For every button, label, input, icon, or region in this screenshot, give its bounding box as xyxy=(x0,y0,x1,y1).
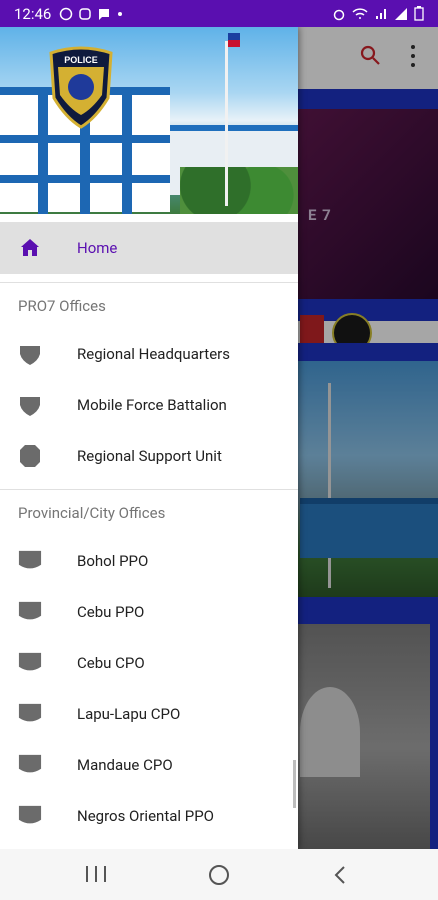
shield-flat-icon xyxy=(18,702,42,726)
home-icon xyxy=(18,236,42,260)
back-button[interactable] xyxy=(334,865,346,885)
menu-item-lapu-lapu-cpo[interactable]: Lapu-Lapu CPO xyxy=(0,688,298,739)
alarm-icon xyxy=(333,9,345,20)
menu-item-label: Negros Oriental PPO xyxy=(77,806,214,825)
menu-item-bohol-ppo[interactable]: Bohol PPO xyxy=(0,535,298,586)
section-header-provincial-city-offices: Provincial/City Offices xyxy=(18,503,166,522)
drawer-menu: Home PRO7 Offices Regional Headquarters … xyxy=(0,222,298,841)
menu-item-mobile-force-battalion[interactable]: Mobile Force Battalion xyxy=(0,379,298,430)
menu-item-regional-headquarters[interactable]: Regional Headquarters xyxy=(0,328,298,379)
menu-item-cebu-cpo[interactable]: Cebu CPO xyxy=(0,637,298,688)
message-icon xyxy=(99,8,110,20)
section-header-pro7-offices: PRO7 Offices xyxy=(18,296,106,315)
system-icons xyxy=(332,6,424,21)
shield-flat-icon xyxy=(18,549,42,573)
status-bar: 12:46 xyxy=(0,0,438,27)
menu-item-label: Mandaue CPO xyxy=(77,755,173,774)
menu-item-label: Home xyxy=(77,239,118,257)
system-nav-bar xyxy=(0,849,438,900)
logo-text: POLICE xyxy=(64,55,98,65)
navigation-drawer: POLICE Home PRO7 Offices Regional Headqu… xyxy=(0,27,298,849)
battery-icon xyxy=(414,6,424,21)
drawer-header-image: POLICE xyxy=(0,27,298,214)
notification-icons xyxy=(59,7,124,21)
whatsapp-icon xyxy=(60,7,73,20)
menu-item-label: Mobile Force Battalion xyxy=(77,395,227,414)
badge-icon xyxy=(18,444,42,468)
menu-item-regional-support-unit[interactable]: Regional Support Unit xyxy=(0,430,298,481)
menu-item-label: Bohol PPO xyxy=(77,551,149,570)
status-time: 12:46 xyxy=(14,4,52,23)
home-button[interactable] xyxy=(209,865,229,885)
signal-icon xyxy=(395,7,407,20)
shield-flat-icon xyxy=(18,651,42,675)
shield-flat-icon xyxy=(18,804,42,828)
drawer-scrollbar[interactable] xyxy=(293,760,296,808)
lte-signal-icon xyxy=(376,8,386,19)
shield-icon xyxy=(18,342,42,366)
menu-item-label: Regional Support Unit xyxy=(77,446,222,465)
recent-apps-button[interactable] xyxy=(86,866,106,884)
shield-flat-icon xyxy=(18,753,42,777)
menu-item-label: Cebu CPO xyxy=(77,653,145,672)
flag-icon xyxy=(228,33,240,47)
menu-item-home[interactable]: Home xyxy=(0,222,298,274)
menu-item-cebu-ppo[interactable]: Cebu PPO xyxy=(0,586,298,637)
menu-item-label: Regional Headquarters xyxy=(77,344,230,363)
menu-item-mandaue-cpo[interactable]: Mandaue CPO xyxy=(0,739,298,790)
menu-item-negros-oriental-ppo[interactable]: Negros Oriental PPO xyxy=(0,790,298,841)
viber-icon xyxy=(79,7,92,20)
shield-flat-icon xyxy=(18,600,42,624)
shield-icon xyxy=(18,393,42,417)
police-logo: POLICE xyxy=(49,46,113,129)
wifi-icon xyxy=(352,7,368,19)
menu-item-label: Cebu PPO xyxy=(77,602,145,621)
dot-icon xyxy=(118,11,123,16)
menu-item-label: Lapu-Lapu CPO xyxy=(77,704,181,723)
